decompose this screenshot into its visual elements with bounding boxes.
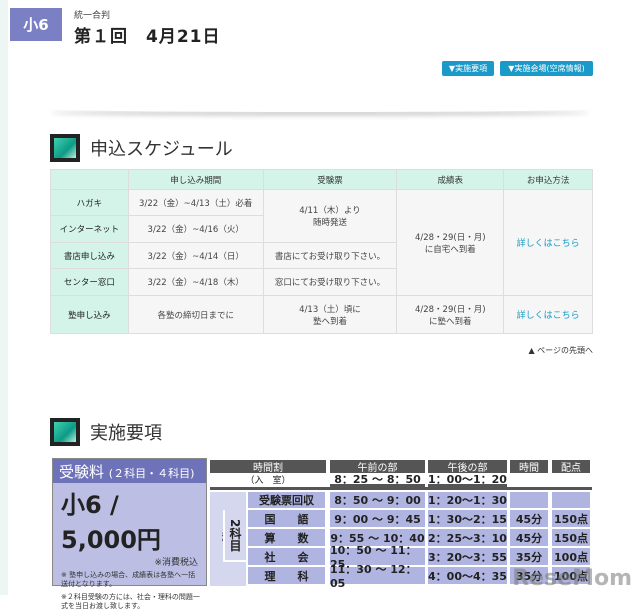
row-method: 塾申し込み	[50, 295, 129, 334]
ticket-cell: 4/13（土）頃に 塾へ到着	[262, 295, 398, 334]
schedule-heading-text: 申込スケジュール	[90, 139, 233, 160]
tt-subject-cell: 算 数	[248, 529, 325, 546]
tt-header: 配点	[552, 460, 590, 474]
watermark-logo: ReseMom	[512, 566, 632, 591]
schedule-heading: 申込スケジュール	[50, 134, 233, 162]
tt-points-cell: 100点	[552, 548, 590, 565]
tt-subject-cell: 理 科	[248, 567, 325, 584]
tt-am-cell: 9：00 ～ 9：45	[330, 510, 425, 527]
details-heading-text: 実施要項	[90, 423, 162, 444]
row-method: インターネット	[50, 215, 129, 243]
row-method: センター窓口	[50, 268, 129, 296]
back-to-top-link[interactable]: ▲ ページの先頭へ	[528, 345, 593, 356]
tt-points-cell	[552, 492, 590, 508]
col-header: お申込方法	[503, 169, 593, 190]
fee-note: ※２科目受験の方には、社会・理科の問題一式を当日お渡し致します。	[61, 592, 200, 611]
tt-header: 時間割	[210, 460, 326, 474]
tt-time-cell	[510, 492, 548, 508]
entry-label: （入 室）	[245, 476, 291, 486]
tt-pm-cell: 2：25～3：10	[428, 529, 507, 546]
tt-header: 時間	[510, 460, 548, 474]
grade-badge: 小6	[10, 8, 62, 41]
tt-am-cell: 11：30 ～ 12：05	[330, 563, 425, 590]
ticket-cell: 4/11（木）より 随時発送	[262, 189, 398, 243]
fee-tax-note: ※消費税込	[154, 558, 198, 568]
tt-subject-cell: 受験票回収	[248, 492, 325, 508]
row-period: 3/22（金）~4/13（土）必着	[127, 189, 264, 216]
col-header: 受験票	[262, 169, 398, 190]
apply-details-link[interactable]: 詳しくはこちら	[517, 311, 580, 321]
tt-subject-cell: 社 会	[248, 548, 325, 565]
row-period: 3/22（金）~4/16（火）	[127, 215, 264, 243]
ticket-cell: 書店にてお受け取り下さい。	[262, 242, 398, 269]
exam-subtitle: 統一合判	[74, 11, 111, 21]
divider	[50, 106, 590, 112]
two-subjects-label: 2科目	[223, 510, 246, 562]
entry-pm: 1：00～1：20	[428, 472, 507, 487]
venues-anchor-button[interactable]: ▼実施会場(空席情報)	[500, 61, 593, 76]
section-icon	[50, 134, 80, 162]
tt-subject-cell: 国 語	[248, 510, 325, 527]
section-icon	[50, 418, 80, 446]
tt-pm-cell: 3：20～3：55	[428, 548, 507, 565]
details-heading: 実施要項	[50, 418, 162, 446]
report-cell: 4/28・29(日・月) に自宅へ到着	[396, 189, 505, 296]
tt-am-cell: 8：50 ～ 9：00	[330, 492, 425, 508]
tt-pm-cell: 1：20～1：30	[428, 492, 507, 508]
fee-box: 受験料 (２科目・４科目) 小6 / 5,000円 ※消費税込 ※ 塾申し込みの…	[52, 458, 207, 610]
details-anchor-button[interactable]: ▼実施要項	[442, 61, 494, 76]
tt-time-cell: 35分	[510, 548, 548, 565]
tt-pm-cell: 1：30～2：15	[428, 510, 507, 527]
page-title: 第１回 4月21日	[74, 27, 221, 47]
row-period: 3/22（金）~4/14（日）	[127, 242, 264, 269]
report-cell: 4/28・29(日・月) に塾へ到着	[396, 295, 505, 334]
col-header: 成績表	[396, 169, 505, 190]
page-margin	[0, 0, 8, 595]
fee-label: 受験料 (２科目・４科目)	[53, 459, 206, 483]
tt-points-cell: 150点	[552, 510, 590, 527]
col-header: 申し込み期間	[127, 169, 264, 190]
fee-note: ※ 塾申し込みの場合、成績表は各塾へ一括送付となります。	[61, 571, 196, 589]
fee-amount: 小6 / 5,000円	[61, 491, 161, 554]
apply-details-link[interactable]: 詳しくはこちら	[517, 239, 580, 249]
row-period: 3/22（金）~4/18（木）	[127, 268, 264, 296]
col-header	[50, 169, 129, 190]
ticket-cell: 窓口にてお受け取り下さい。	[262, 268, 398, 296]
entry-am: 8：25 ～ 8：50	[330, 473, 425, 487]
row-method: ハガキ	[50, 189, 129, 216]
schedule-table: 申し込み期間 受験票 成績表 お申込方法 ハガキ 3/22（金）~4/13（土）必着 4…	[50, 169, 593, 334]
tt-pm-cell: 4：00～4：35	[428, 567, 507, 584]
row-method: 書店申し込み	[50, 242, 129, 269]
tt-points-cell: 150点	[552, 529, 590, 546]
tt-time-cell: 45分	[510, 529, 548, 546]
row-period: 各塾の締切日までに	[127, 295, 264, 334]
tt-time-cell: 45分	[510, 510, 548, 527]
